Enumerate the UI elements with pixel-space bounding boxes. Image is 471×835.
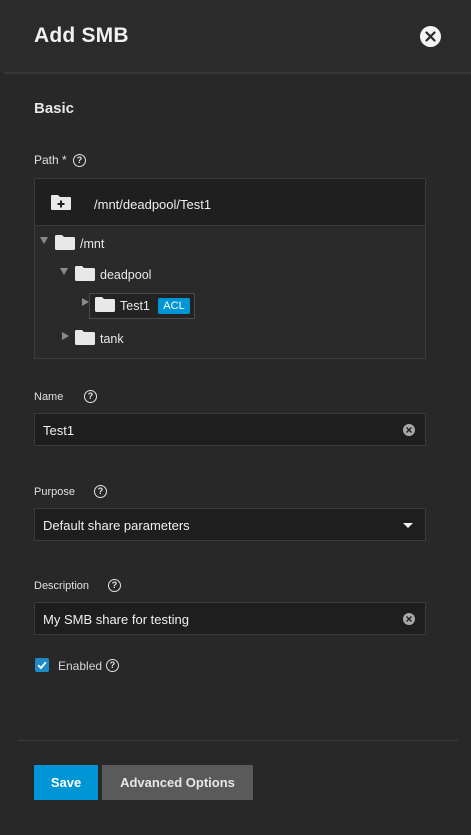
save-button[interactable]: Save bbox=[34, 765, 98, 800]
name-value: Test1 bbox=[43, 423, 75, 438]
folder-icon bbox=[95, 297, 115, 312]
path-help-icon[interactable]: ? bbox=[73, 154, 86, 167]
close-button[interactable] bbox=[420, 26, 441, 47]
chevron-down-icon bbox=[403, 523, 413, 528]
description-label: Description bbox=[34, 580, 90, 592]
section-title: Basic bbox=[34, 100, 75, 117]
advanced-options-button[interactable]: Advanced Options bbox=[102, 765, 253, 800]
tree-node-tank[interactable]: tank bbox=[100, 332, 124, 346]
folder-icon bbox=[75, 330, 95, 345]
folder-plus-icon bbox=[51, 195, 71, 210]
header-divider bbox=[4, 72, 471, 74]
enabled-help-icon[interactable]: ? bbox=[106, 659, 119, 672]
purpose-label: Purpose bbox=[34, 486, 75, 498]
add-smb-panel: Add SMB Basic Path * ? /mnt/deadpool/Tes… bbox=[0, 0, 471, 835]
check-icon bbox=[37, 661, 47, 670]
expand-toggle-deadpool[interactable] bbox=[60, 268, 68, 275]
path-label: Path * bbox=[34, 153, 67, 167]
acl-badge: ACL bbox=[158, 298, 190, 314]
expand-toggle-mnt[interactable] bbox=[40, 237, 48, 244]
folder-icon bbox=[55, 235, 75, 250]
description-field[interactable]: My SMB share for testing bbox=[34, 602, 426, 635]
purpose-help-icon[interactable]: ? bbox=[94, 485, 107, 498]
description-value: My SMB share for testing bbox=[43, 612, 189, 627]
name-field[interactable]: Test1 bbox=[34, 413, 426, 446]
name-help-icon[interactable]: ? bbox=[84, 390, 97, 403]
folder-icon bbox=[75, 266, 95, 281]
expand-toggle-tank[interactable] bbox=[62, 332, 69, 340]
path-input[interactable]: /mnt/deadpool/Test1 bbox=[94, 197, 211, 212]
enabled-checkbox[interactable] bbox=[35, 658, 49, 672]
panel-header: Add SMB bbox=[0, 0, 471, 72]
clear-icon bbox=[406, 427, 412, 433]
expand-toggle-test1[interactable] bbox=[82, 298, 89, 306]
footer-divider bbox=[18, 740, 458, 741]
clear-description-button[interactable] bbox=[403, 613, 415, 625]
tree-node-deadpool[interactable]: deadpool bbox=[100, 268, 151, 282]
tree-node-test1[interactable]: Test1 bbox=[120, 299, 150, 313]
close-icon bbox=[425, 31, 436, 42]
clear-icon bbox=[406, 616, 412, 622]
tree-node-mnt[interactable]: /mnt bbox=[80, 237, 104, 251]
purpose-value: Default share parameters bbox=[43, 518, 190, 533]
create-folder-button[interactable] bbox=[50, 194, 72, 211]
page-title: Add SMB bbox=[34, 24, 129, 47]
purpose-select[interactable]: Default share parameters bbox=[34, 508, 426, 541]
enabled-label: Enabled bbox=[58, 659, 103, 673]
description-help-icon[interactable]: ? bbox=[108, 579, 121, 592]
clear-name-button[interactable] bbox=[403, 424, 415, 436]
explorer-header: /mnt/deadpool/Test1 bbox=[35, 179, 425, 226]
name-label: Name bbox=[34, 391, 64, 403]
